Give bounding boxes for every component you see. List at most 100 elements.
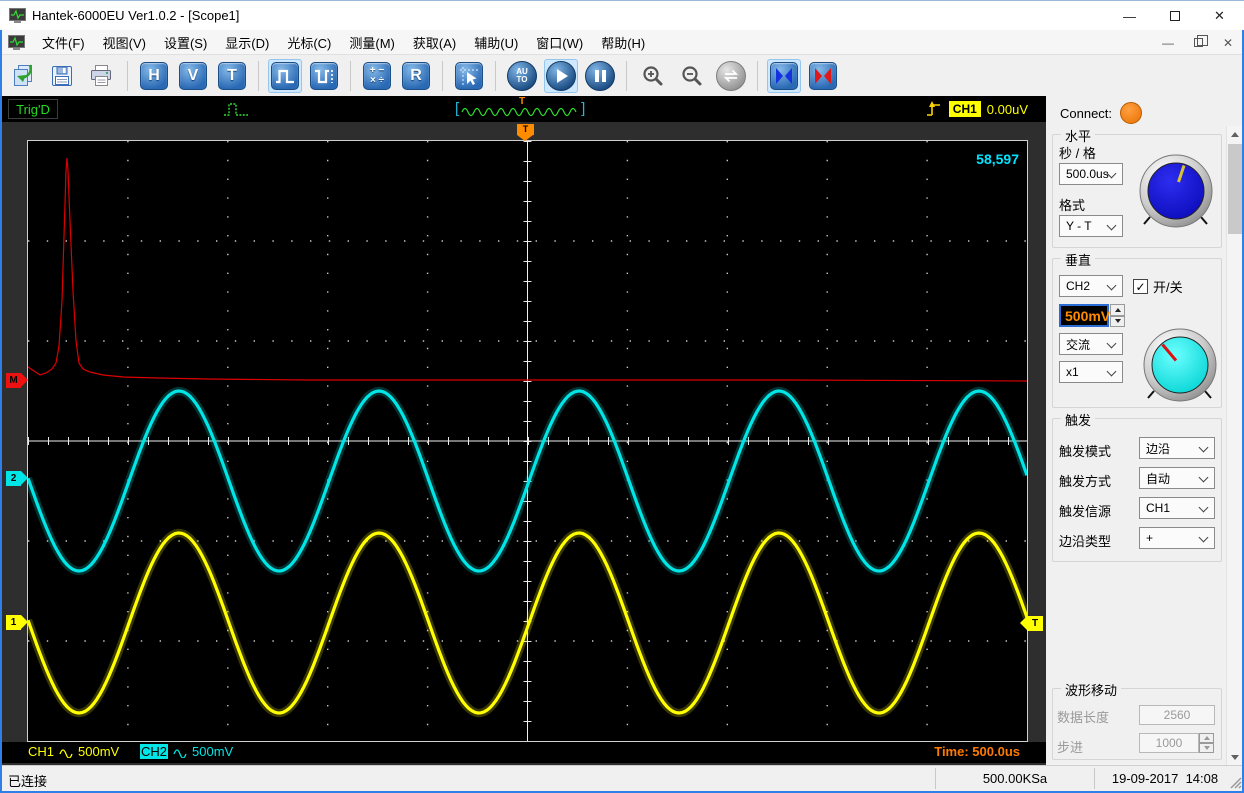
menu-file[interactable]: 文件(F): [33, 30, 94, 55]
menu-utility[interactable]: 辅助(U): [465, 30, 527, 55]
chevron-down-icon: [1198, 532, 1209, 543]
horizontal-expand-button[interactable]: [767, 58, 801, 93]
format-select[interactable]: Y - T: [1059, 215, 1123, 237]
mdi-minimize-button[interactable]: —: [1160, 35, 1176, 51]
chevron-down-icon: [1106, 338, 1117, 349]
trig-status-badge: Trig'D: [8, 99, 58, 119]
menu-acquire[interactable]: 获取(A): [404, 30, 465, 55]
sample-rate: 500.00KSa: [982, 771, 1048, 786]
horizontal-button[interactable]: H: [137, 59, 171, 93]
horizontal-knob[interactable]: [1137, 153, 1215, 231]
math-channel-marker[interactable]: M: [6, 373, 28, 388]
ch1-position-marker[interactable]: 1: [6, 615, 28, 630]
ch1-scale-readout: CH1 500mV: [28, 744, 119, 759]
menu-cursor[interactable]: 光标(C): [278, 30, 340, 55]
vertical-knob[interactable]: [1141, 327, 1219, 405]
run-button[interactable]: [544, 58, 578, 93]
toolbar-separator: [626, 60, 627, 91]
trigger-button[interactable]: T: [215, 59, 249, 93]
mdi-close-button[interactable]: ✕: [1220, 35, 1236, 51]
trigger-level-marker[interactable]: T: [1020, 616, 1043, 631]
trigger-mode-select[interactable]: 边沿: [1139, 437, 1215, 459]
edge-type-select[interactable]: +: [1139, 527, 1215, 549]
scope-display[interactable]: 58,597: [27, 140, 1028, 742]
horizontal-compress-button[interactable]: [806, 59, 840, 93]
trigger-sweep-select[interactable]: 自动: [1139, 467, 1215, 489]
ac-coupling-icon: [173, 748, 187, 758]
scope-panel: Trig'D [ ] T CH1 0.00uV 58,597 T M 2 1 T…: [0, 96, 1046, 765]
cursor-measure-button[interactable]: [452, 59, 486, 93]
resize-grip-icon[interactable]: [1229, 776, 1242, 789]
spin-up-button[interactable]: [1110, 304, 1125, 316]
connect-indicator: Connect:: [1060, 102, 1143, 124]
spin-up-button[interactable]: [1199, 733, 1214, 743]
toolbar-separator: [258, 60, 259, 91]
coupling-select[interactable]: 交流: [1059, 333, 1123, 355]
volts-per-div-field[interactable]: 500mV: [1059, 304, 1110, 327]
waveform-move-title: 波形移动: [1061, 680, 1122, 699]
pause-button[interactable]: [583, 59, 617, 93]
channel-switch-checkbox[interactable]: ✓ 开/关: [1133, 277, 1183, 296]
swap-button[interactable]: [714, 59, 748, 93]
panel-scrollbar[interactable]: [1226, 126, 1242, 765]
menu-window[interactable]: 窗口(W): [527, 30, 592, 55]
vertical-button[interactable]: V: [176, 59, 210, 93]
datetime: 19-09-2017 14:08: [1111, 771, 1219, 786]
pulse-icon: [271, 61, 299, 90]
ch1-label: CH1: [28, 744, 55, 759]
math-button[interactable]: + − × ÷: [360, 59, 394, 93]
waveform-mode2-button[interactable]: [307, 59, 341, 93]
trigger-mode-label: 触发模式: [1059, 444, 1112, 459]
window-border-left: [0, 30, 2, 793]
print-button[interactable]: [84, 59, 118, 93]
toolbar-separator: [127, 60, 128, 91]
maximize-button[interactable]: [1152, 1, 1197, 31]
spin-down-button[interactable]: [1110, 315, 1125, 327]
open-button[interactable]: [6, 59, 40, 93]
auto-setup-button[interactable]: AU TO: [505, 59, 539, 93]
scrollbar-thumb[interactable]: [1228, 144, 1242, 234]
probe-select[interactable]: x1: [1059, 361, 1123, 383]
mdi-restore-button[interactable]: [1190, 35, 1208, 51]
zoom-out-button[interactable]: [675, 59, 709, 93]
zoom-out-icon: [682, 65, 702, 85]
menu-settings[interactable]: 设置(S): [155, 30, 216, 55]
chevron-down-icon: [1106, 280, 1117, 291]
reference-button[interactable]: R: [399, 59, 433, 93]
ch2-position-marker[interactable]: 2: [6, 471, 28, 486]
scroll-down-icon[interactable]: [1227, 749, 1243, 765]
chevron-down-icon: [1106, 366, 1117, 377]
trigger-source-select[interactable]: CH1: [1139, 497, 1215, 519]
channel-select[interactable]: CH2: [1059, 275, 1123, 297]
save-button[interactable]: [45, 59, 79, 93]
scroll-up-icon[interactable]: [1227, 126, 1243, 142]
pause-icon: [585, 60, 615, 91]
timebase-readout: Time: 500.0us: [934, 744, 1020, 759]
step-spinner[interactable]: [1199, 733, 1214, 753]
data-length-field[interactable]: 2560: [1139, 705, 1215, 725]
data-length-label: 数据长度: [1057, 710, 1110, 725]
toolbar-separator: [757, 60, 758, 91]
chevron-down-icon: [1198, 502, 1209, 513]
waveform-mode-button[interactable]: [268, 58, 302, 93]
waveform-preview[interactable]: [ ] T: [455, 96, 595, 121]
menu-display[interactable]: 显示(D): [216, 30, 278, 55]
ch2-scale-readout: CH2 500mV: [140, 744, 233, 759]
maximize-icon: [1169, 11, 1180, 21]
menu-help[interactable]: 帮助(H): [592, 30, 654, 55]
statusbar-separator: [935, 768, 936, 789]
minimize-button[interactable]: —: [1107, 1, 1152, 31]
vertical-group: 垂直 CH2 ✓ 开/关 500mV 交流 x1: [1052, 250, 1222, 408]
menu-measure[interactable]: 测量(M): [340, 30, 404, 55]
main-area: Trig'D [ ] T CH1 0.00uV 58,597 T M 2 1 T…: [0, 96, 1244, 765]
chevron-down-icon: [1198, 472, 1209, 483]
sec-per-div-select[interactable]: 500.0us: [1059, 163, 1123, 185]
menu-view[interactable]: 视图(V): [94, 30, 155, 55]
zoom-in-button[interactable]: [636, 59, 670, 93]
volts-spinner[interactable]: [1110, 304, 1125, 327]
close-button[interactable]: ✕: [1197, 1, 1242, 31]
zoom-in-icon: [643, 65, 663, 85]
spin-down-button[interactable]: [1199, 743, 1214, 753]
trigger-position-marker[interactable]: T: [517, 124, 534, 141]
step-field[interactable]: 1000: [1139, 733, 1199, 753]
